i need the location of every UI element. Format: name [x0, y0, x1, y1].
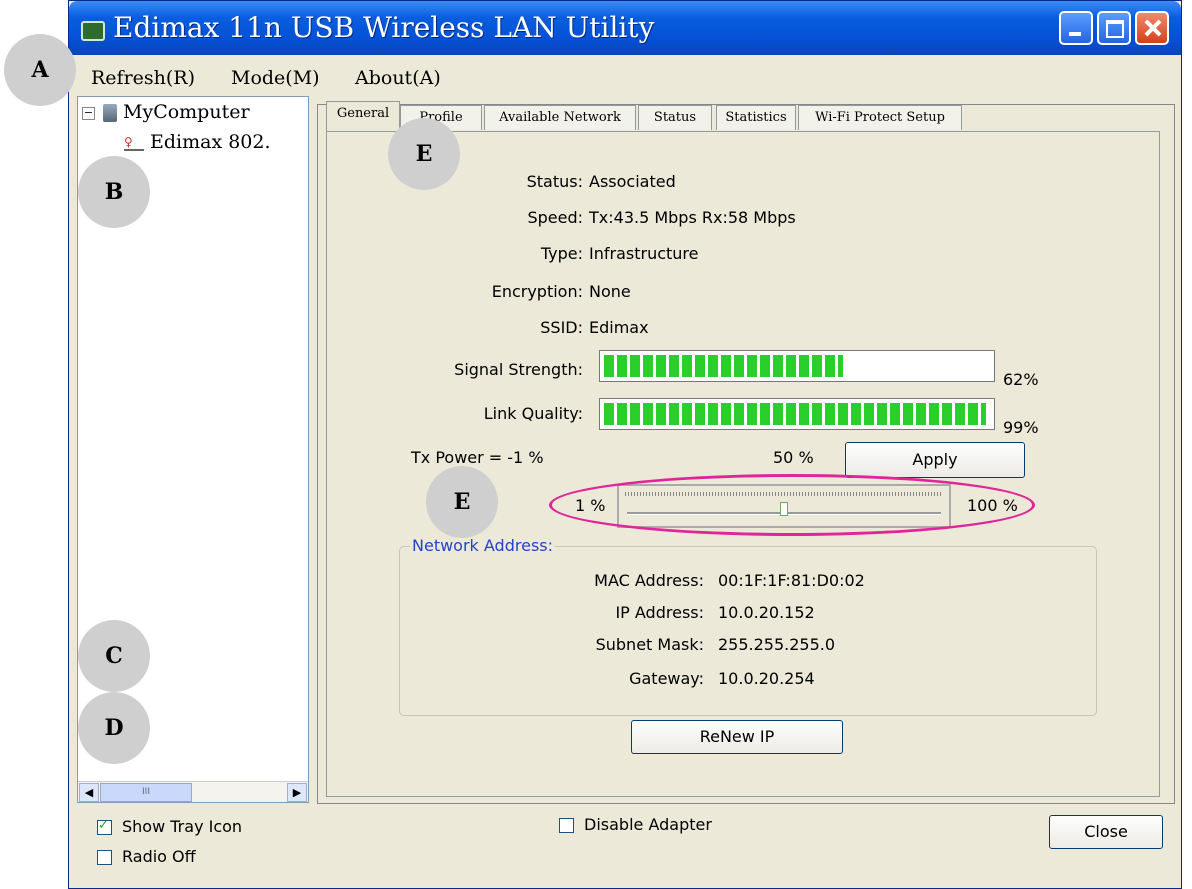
- callout-d: D: [78, 692, 150, 764]
- disable-adapter-checkbox[interactable]: Disable Adapter: [559, 815, 712, 834]
- gateway-value: 10.0.20.254: [718, 669, 815, 688]
- tree-child-label: Edimax 802.: [150, 131, 271, 153]
- scroll-right-icon[interactable]: ▶: [287, 783, 307, 802]
- app-icon: [81, 21, 105, 41]
- scroll-thumb[interactable]: III: [100, 783, 192, 802]
- speed-value: Tx:43.5 Mbps Rx:58 Mbps: [589, 208, 796, 227]
- tx-power-label: Tx Power = -1 %: [411, 448, 544, 467]
- network-address-group: Network Address: MAC Address: 00:1F:1F:8…: [399, 536, 1097, 716]
- tree-item-mycomputer[interactable]: − MyComputer: [82, 101, 250, 123]
- ssid-value: Edimax: [589, 318, 649, 337]
- menu-bar: Refresh(R) Mode(M) About(A): [69, 59, 1181, 95]
- radio-off-label: Radio Off: [122, 847, 196, 866]
- tree-horizontal-scrollbar[interactable]: ◀ III ▶: [78, 781, 308, 802]
- show-tray-icon-checkbox[interactable]: Show Tray Icon: [97, 817, 242, 836]
- signal-strength-fill: [604, 355, 843, 377]
- signal-strength-percent: 62%: [1003, 370, 1039, 389]
- tx-power-mid-value: 50 %: [773, 448, 814, 467]
- callout-b: B: [78, 156, 150, 228]
- highlight-oval: [549, 474, 1035, 536]
- radio-off-checkbox[interactable]: Radio Off: [97, 847, 196, 866]
- callout-e-slider: E: [426, 466, 498, 538]
- tab-general[interactable]: General: [326, 101, 400, 132]
- checkbox-icon[interactable]: [559, 818, 574, 833]
- general-tab-content: Status: Associated Speed: Tx:43.5 Mbps R…: [326, 131, 1160, 797]
- disable-adapter-label: Disable Adapter: [584, 815, 712, 834]
- tree-root-label: MyComputer: [123, 101, 250, 123]
- menu-mode[interactable]: Mode(M): [231, 67, 320, 89]
- wireless-adapter-icon: ♀: [124, 135, 144, 151]
- tab-statistics[interactable]: Statistics: [716, 105, 796, 130]
- network-address-title: Network Address:: [410, 536, 555, 555]
- checkbox-icon[interactable]: [97, 850, 112, 865]
- show-tray-icon-label: Show Tray Icon: [122, 817, 243, 836]
- ssid-label: SSID:: [540, 318, 583, 337]
- gateway-label: Gateway:: [629, 669, 704, 688]
- link-quality-fill: [604, 403, 986, 425]
- computer-icon: [103, 104, 117, 122]
- menu-refresh[interactable]: Refresh(R): [91, 67, 195, 89]
- collapse-icon[interactable]: −: [82, 106, 95, 120]
- mac-address-label: MAC Address:: [594, 571, 704, 590]
- tab-wifi-protect-setup[interactable]: Wi-Fi Protect Setup: [798, 105, 962, 130]
- renew-ip-button[interactable]: ReNew IP: [631, 720, 843, 754]
- callout-e-top: E: [388, 118, 460, 190]
- speed-label: Speed:: [527, 208, 583, 227]
- ip-address-label: IP Address:: [615, 603, 704, 622]
- signal-strength-bar: [599, 350, 995, 382]
- apply-button[interactable]: Apply: [845, 442, 1025, 478]
- encryption-value: None: [589, 282, 631, 301]
- tab-available-network[interactable]: Available Network: [484, 105, 636, 130]
- close-button[interactable]: Close: [1049, 815, 1163, 849]
- link-quality-label: Link Quality:: [483, 404, 583, 423]
- signal-strength-label: Signal Strength:: [454, 360, 583, 379]
- minimize-button[interactable]: [1059, 11, 1093, 45]
- tree-item-adapter[interactable]: ♀ Edimax 802.: [124, 131, 271, 153]
- window-title: Edimax 11n USB Wireless LAN Utility: [113, 11, 655, 44]
- tab-status[interactable]: Status: [638, 105, 712, 130]
- mac-address-value: 00:1F:1F:81:D0:02: [718, 571, 865, 590]
- app-window: Edimax 11n USB Wireless LAN Utility Refr…: [68, 0, 1182, 889]
- encryption-label: Encryption:: [491, 282, 583, 301]
- maximize-button[interactable]: [1097, 11, 1131, 45]
- link-quality-bar: [599, 398, 995, 430]
- checkbox-icon[interactable]: [97, 818, 112, 835]
- type-label: Type:: [540, 244, 583, 263]
- callout-c: C: [78, 620, 150, 692]
- status-value: Associated: [589, 172, 676, 191]
- title-bar[interactable]: Edimax 11n USB Wireless LAN Utility: [69, 1, 1181, 55]
- close-window-button[interactable]: [1135, 11, 1169, 45]
- callout-a: A: [4, 34, 76, 106]
- ip-address-value: 10.0.20.152: [718, 603, 815, 622]
- type-value: Infrastructure: [589, 244, 699, 263]
- menu-about[interactable]: About(A): [355, 67, 441, 89]
- link-quality-percent: 99%: [1003, 418, 1039, 437]
- scroll-left-icon[interactable]: ◀: [79, 783, 99, 802]
- subnet-mask-label: Subnet Mask:: [595, 635, 704, 654]
- subnet-mask-value: 255.255.255.0: [718, 635, 836, 654]
- main-panel: General Profile Available Network Status…: [317, 101, 1175, 804]
